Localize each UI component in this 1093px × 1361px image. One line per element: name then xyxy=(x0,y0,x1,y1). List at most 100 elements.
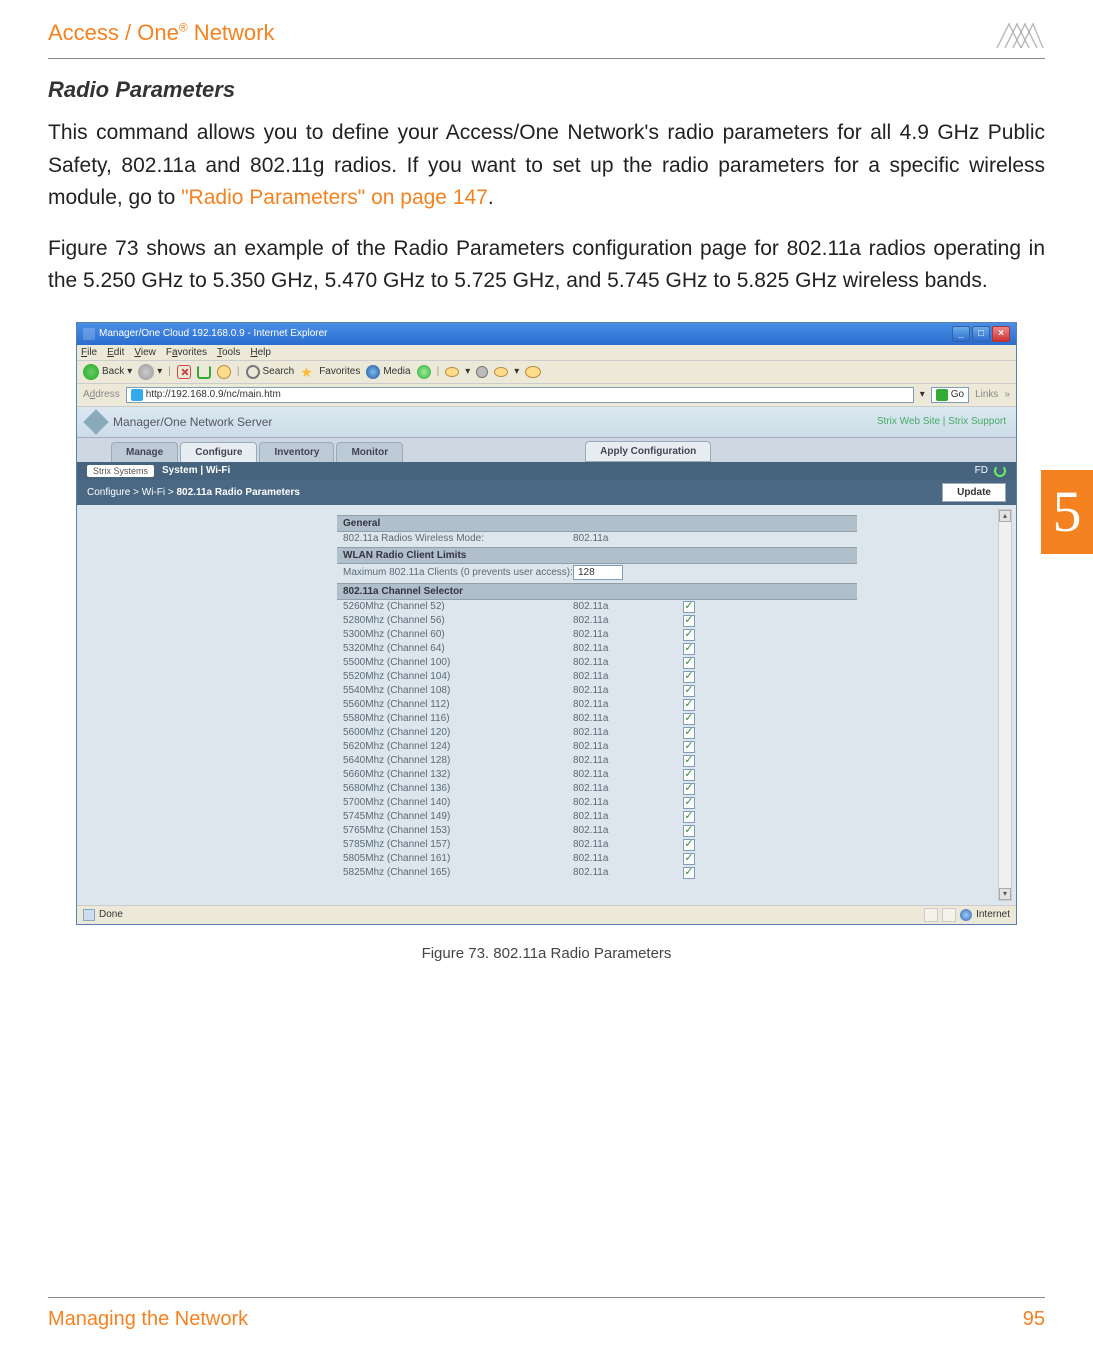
channel-row: 5640Mhz (Channel 128)802.11a✓ xyxy=(337,754,857,768)
channel-checkbox[interactable]: ✓ xyxy=(683,601,695,613)
channel-checkbox[interactable]: ✓ xyxy=(683,825,695,837)
subnav-refresh-icon[interactable] xyxy=(994,465,1006,477)
browser-window: Manager/One Cloud 192.168.0.9 - Internet… xyxy=(76,322,1017,925)
channel-checkbox-wrap: ✓ xyxy=(683,839,713,851)
print-icon[interactable] xyxy=(476,366,488,378)
address-dropdown[interactable]: ▾ xyxy=(920,389,925,400)
search-icon xyxy=(246,365,260,379)
menu-tools[interactable]: Tools xyxy=(217,347,240,358)
channel-checkbox[interactable]: ✓ xyxy=(683,839,695,851)
channel-row: 5745Mhz (Channel 149)802.11a✓ xyxy=(337,810,857,824)
go-button[interactable]: Go xyxy=(931,387,969,403)
channel-mode: 802.11a xyxy=(573,657,683,668)
scroll-down-icon[interactable]: ▾ xyxy=(999,888,1011,900)
channel-checkbox[interactable]: ✓ xyxy=(683,797,695,809)
breadcrumb-current: 802.11a Radio Parameters xyxy=(176,487,299,498)
radio-parameters-link[interactable]: "Radio Parameters" on page 147 xyxy=(181,186,488,209)
mail-icon[interactable] xyxy=(445,367,459,377)
channel-checkbox[interactable]: ✓ xyxy=(683,769,695,781)
page-icon xyxy=(83,909,95,921)
channel-checkbox[interactable]: ✓ xyxy=(683,867,695,879)
update-button[interactable]: Update xyxy=(942,483,1006,502)
window-controls: _ □ × xyxy=(952,326,1010,342)
channel-row: 5620Mhz (Channel 124)802.11a✓ xyxy=(337,740,857,754)
menu-help[interactable]: Help xyxy=(250,347,271,358)
history-icon[interactable] xyxy=(417,365,431,379)
channel-checkbox[interactable]: ✓ xyxy=(683,685,695,697)
channel-checkbox-wrap: ✓ xyxy=(683,713,713,725)
channel-checkbox[interactable]: ✓ xyxy=(683,811,695,823)
channel-checkbox-wrap: ✓ xyxy=(683,853,713,865)
channel-label: 5580Mhz (Channel 116) xyxy=(343,713,573,724)
tab-manage[interactable]: Manage xyxy=(111,442,178,462)
tab-monitor[interactable]: Monitor xyxy=(336,442,403,462)
channel-mode: 802.11a xyxy=(573,783,683,794)
channel-checkbox[interactable]: ✓ xyxy=(683,629,695,641)
apply-configuration-button[interactable]: Apply Configuration xyxy=(585,441,711,462)
channel-checkbox-wrap: ✓ xyxy=(683,727,713,739)
channel-checkbox-wrap: ✓ xyxy=(683,657,713,669)
media-button[interactable]: Media xyxy=(366,365,410,379)
status-text: Done xyxy=(99,909,123,920)
folder-icon[interactable] xyxy=(525,366,541,378)
breadcrumb: Configure > Wi-Fi > 802.11a Radio Parame… xyxy=(77,480,1016,505)
channel-checkbox[interactable]: ✓ xyxy=(683,643,695,655)
menu-tools-label: ools xyxy=(222,347,240,358)
channel-mode: 802.11a xyxy=(573,727,683,738)
favorites-button[interactable]: ★ Favorites xyxy=(300,364,360,380)
mail-dropdown[interactable]: ▾ xyxy=(465,366,470,377)
channel-checkbox[interactable]: ✓ xyxy=(683,671,695,683)
channel-checkbox[interactable]: ✓ xyxy=(683,783,695,795)
back-button[interactable]: Back ▾ xyxy=(83,364,132,380)
channel-row: 5785Mhz (Channel 157)802.11a✓ xyxy=(337,838,857,852)
channel-label: 5600Mhz (Channel 120) xyxy=(343,727,573,738)
channel-checkbox[interactable]: ✓ xyxy=(683,657,695,669)
edit-dropdown[interactable]: ▾ xyxy=(514,366,519,377)
app-header-links[interactable]: Strix Web Site | Strix Support xyxy=(877,416,1006,427)
channel-checkbox[interactable]: ✓ xyxy=(683,699,695,711)
menu-favorites[interactable]: Favorites xyxy=(166,347,207,358)
channel-checkbox[interactable]: ✓ xyxy=(683,713,695,725)
menu-file[interactable]: File xyxy=(81,347,97,358)
page-content: Radio Parameters This command allows you… xyxy=(0,77,1093,962)
forward-button[interactable]: ▾ xyxy=(138,364,162,380)
channel-label: 5700Mhz (Channel 140) xyxy=(343,797,573,808)
addressbar: Address http://192.168.0.9/nc/main.htm ▾… xyxy=(77,384,1016,407)
channel-checkbox[interactable]: ✓ xyxy=(683,741,695,753)
links-label[interactable]: Links xyxy=(975,389,998,400)
go-icon xyxy=(936,389,948,401)
channel-mode: 802.11a xyxy=(573,853,683,864)
app-icon xyxy=(83,328,95,340)
links-chevron[interactable]: » xyxy=(1004,389,1010,400)
subnav-links[interactable]: System | Wi-Fi xyxy=(162,465,230,476)
channel-row: 5520Mhz (Channel 104)802.11a✓ xyxy=(337,670,857,684)
close-button[interactable]: × xyxy=(992,326,1010,342)
search-button[interactable]: Search xyxy=(246,365,295,379)
tab-configure[interactable]: Configure xyxy=(180,442,257,462)
channel-row: 5765Mhz (Channel 153)802.11a✓ xyxy=(337,824,857,838)
tab-inventory[interactable]: Inventory xyxy=(259,442,334,462)
channel-checkbox[interactable]: ✓ xyxy=(683,853,695,865)
address-input[interactable]: http://192.168.0.9/nc/main.htm xyxy=(126,387,914,403)
scrollbar[interactable]: ▴ ▾ xyxy=(998,509,1012,901)
channel-checkbox[interactable]: ✓ xyxy=(683,615,695,627)
channel-row: 5320Mhz (Channel 64)802.11a✓ xyxy=(337,642,857,656)
minimize-button[interactable]: _ xyxy=(952,326,970,342)
maximize-button[interactable]: □ xyxy=(972,326,990,342)
max-clients-input[interactable] xyxy=(573,565,623,580)
channel-checkbox[interactable]: ✓ xyxy=(683,755,695,767)
channel-label: 5560Mhz (Channel 112) xyxy=(343,699,573,710)
channel-label: 5765Mhz (Channel 153) xyxy=(343,825,573,836)
page-header: Access / One® Network xyxy=(0,0,1093,58)
channel-checkbox[interactable]: ✓ xyxy=(683,727,695,739)
edit-icon[interactable] xyxy=(494,367,508,377)
subnav-pill[interactable]: Strix Systems xyxy=(87,465,154,477)
menu-edit[interactable]: Edit xyxy=(107,347,124,358)
home-icon[interactable] xyxy=(217,365,231,379)
refresh-icon[interactable] xyxy=(197,365,211,379)
menu-view[interactable]: View xyxy=(134,347,156,358)
scroll-up-icon[interactable]: ▴ xyxy=(999,510,1011,522)
stop-icon[interactable] xyxy=(177,365,191,379)
channel-selector-header: 802.11a Channel Selector xyxy=(337,583,857,600)
channel-checkbox-wrap: ✓ xyxy=(683,769,713,781)
